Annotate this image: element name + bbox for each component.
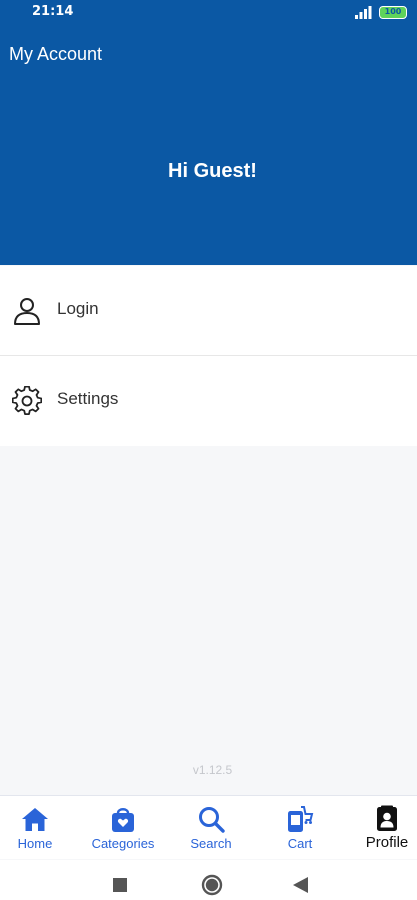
tab-search[interactable]: Search [178,796,244,860]
battery-level: 100 [384,7,402,16]
greeting-text: Hi Guest! [168,160,257,182]
tab-label: Cart [287,836,313,851]
tab-profile[interactable]: Profile [357,796,417,860]
back-button[interactable] [293,877,308,893]
menu-item-label: Login [57,299,99,318]
shopping-bag-icon [112,808,134,832]
app-version: v1.12.5 [192,763,233,777]
system-navigation-bar [0,860,417,900]
battery-icon: 100 [379,6,407,19]
menu-item-label: Settings [57,389,119,408]
profile-icon [377,805,397,831]
account-header: 21:14 100 My Account Hi Guest! [0,0,417,265]
status-time: 21:14 [32,4,74,19]
menu-item-login[interactable]: Login [0,266,417,356]
tab-label: Home [17,836,53,851]
tab-label: Profile [365,834,409,851]
status-bar: 21:14 100 [0,0,417,24]
page-title: My Account [9,44,103,64]
gear-icon [12,386,42,415]
home-button[interactable] [201,874,223,896]
recent-apps-button[interactable] [113,878,127,892]
menu-item-settings[interactable]: Settings [0,356,417,446]
tab-cart[interactable]: Cart [270,796,330,860]
search-icon [199,807,225,833]
home-icon [22,808,48,831]
person-icon [14,298,40,325]
tab-home[interactable]: Home [0,796,70,860]
tab-categories[interactable]: Categories [82,796,164,860]
signal-icon [355,6,372,19]
bottom-tab-bar: Home Categories Search Cart Profile [0,795,417,859]
cart-icon [288,806,314,832]
tab-label: Categories [91,836,155,851]
tab-label: Search [190,836,232,851]
